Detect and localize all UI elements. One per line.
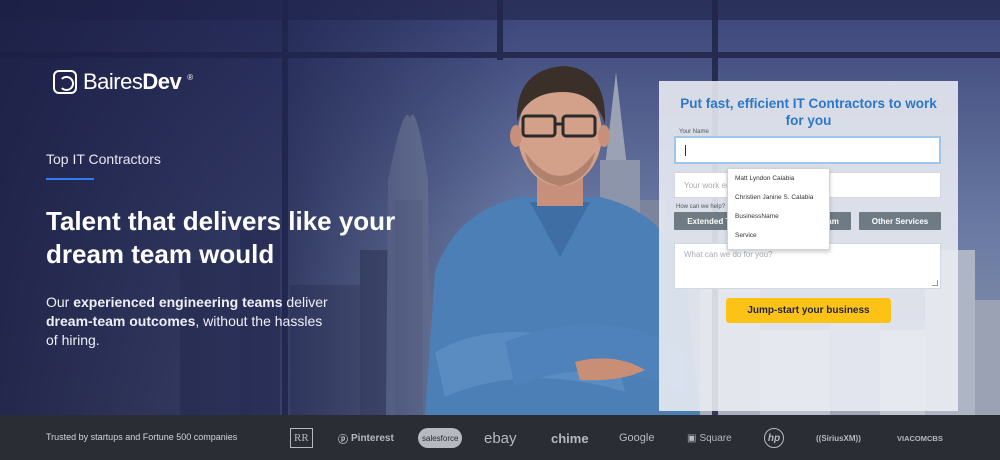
- bairesdev-logo-icon: [53, 70, 77, 94]
- jump-start-button[interactable]: Jump-start your business: [726, 298, 891, 323]
- autofill-option[interactable]: Christien Janine S. Calabia: [728, 188, 829, 207]
- ebay-logo: ebay: [484, 429, 517, 447]
- siriusxm-logo: ((SiriusXM)): [816, 433, 861, 443]
- pinterest-logo: ⓟ Pinterest: [338, 432, 394, 446]
- text-caret: [685, 144, 686, 156]
- logo-wordmark: BairesDev: [83, 69, 182, 94]
- hp-logo: hp: [764, 428, 784, 448]
- trusted-by-bar: Trusted by startups and Fortune 500 comp…: [0, 415, 1000, 460]
- square-logo: ▣ Square: [687, 432, 732, 444]
- salesforce-logo: salesforce: [418, 428, 463, 448]
- google-logo: Google: [619, 432, 655, 444]
- name-input[interactable]: [674, 136, 941, 164]
- autofill-option[interactable]: Service: [728, 226, 829, 245]
- hero-subcopy: Our experienced engineering teams delive…: [46, 294, 328, 348]
- help-label: How can we help?: [676, 204, 726, 210]
- registered-mark: ®: [187, 73, 194, 82]
- hero-headline: Talent that delivers like your dream tea…: [46, 206, 396, 269]
- other-services-button[interactable]: Other Services: [859, 212, 941, 230]
- autofill-dropdown: Matt Lyndon Calabia Christien Janine S. …: [727, 168, 830, 250]
- trusted-by-text: Trusted by startups and Fortune 500 comp…: [46, 432, 238, 442]
- rolls-royce-logo: RR: [290, 428, 313, 448]
- message-placeholder: What can we do for you?: [684, 250, 773, 259]
- form-title: Put fast, efficient IT Contractors to wo…: [680, 96, 937, 128]
- square-icon: ▣: [687, 432, 697, 444]
- hero-eyebrow: Top IT Contractors: [46, 151, 161, 167]
- name-label: Your Name: [679, 129, 709, 135]
- autofill-option[interactable]: Matt Lyndon Calabia: [728, 169, 829, 188]
- viacomcbs-logo: VIACOMCBS: [897, 433, 943, 443]
- chime-logo: chime: [551, 430, 589, 446]
- eyebrow-underline: [46, 178, 94, 180]
- pinterest-icon: ⓟ: [338, 434, 348, 446]
- autofill-option[interactable]: BusinessName: [728, 207, 829, 226]
- bairesdev-logo[interactable]: BairesDev ®: [53, 69, 193, 95]
- resize-grip-icon[interactable]: [932, 280, 938, 286]
